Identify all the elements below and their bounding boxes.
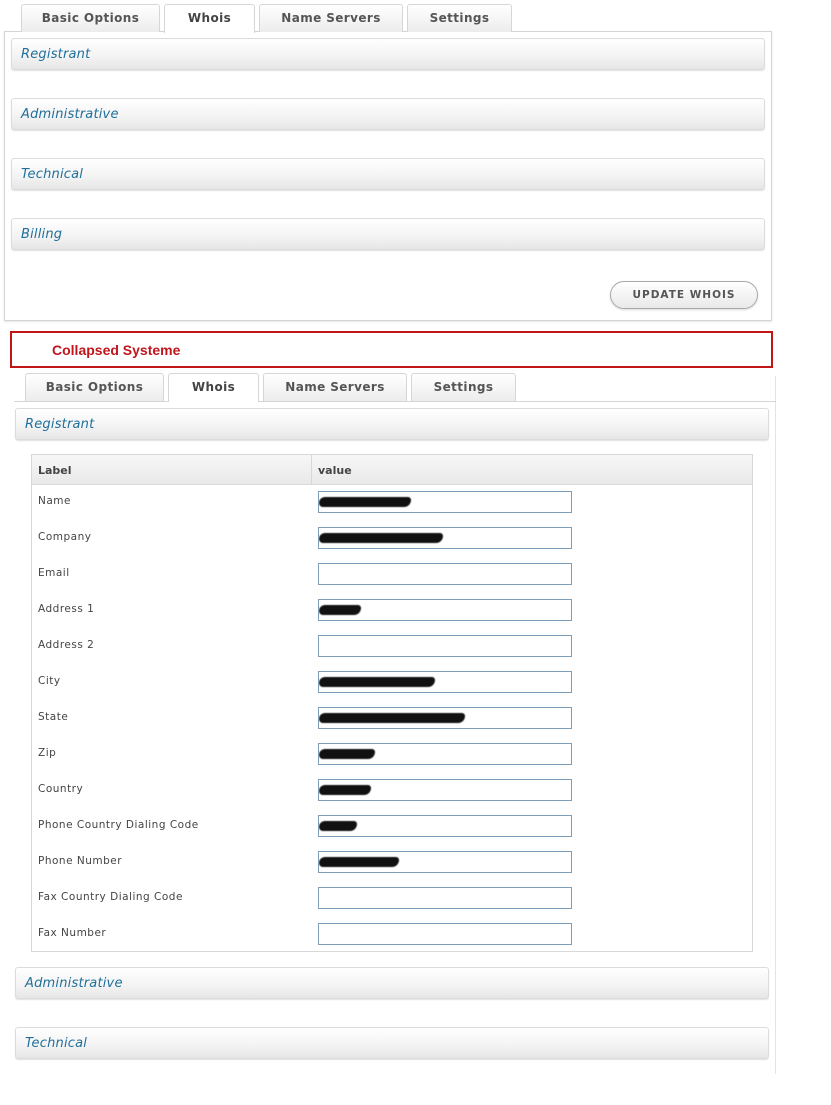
field-label: Phone Country Dialing Code [38,819,199,831]
tab-label: Settings [429,11,490,25]
tab-label: Whois [191,380,236,394]
section-registrant[interactable]: Registrant [15,408,769,440]
bottom-panel-edge [775,376,776,1074]
redaction-mark [319,605,361,615]
table-row: Company [32,521,752,557]
tab-settings[interactable]: Settings [411,373,516,401]
redaction-mark [319,713,465,723]
tab-label: Whois [187,11,232,25]
field-label: Company [38,531,92,543]
update-whois-button[interactable]: UPDATE WHOIS [610,281,758,309]
tab-label: Name Servers [285,380,385,394]
column-header-label: Label [38,464,72,477]
table-row: Fax Country Dialing Code [32,881,752,917]
table-row: Name [32,485,752,521]
section-billing[interactable]: Billing [11,218,765,250]
field-input[interactable] [318,527,572,549]
field-input[interactable] [318,779,572,801]
collapsed-label: Collapsed Systeme [52,342,181,358]
field-label: State [38,711,69,723]
field-input[interactable] [318,743,572,765]
redaction-mark [319,821,357,831]
field-input[interactable] [318,635,572,657]
tab-label: Basic Options [45,380,144,394]
field-label: Country [38,783,84,795]
field-label: Address 1 [38,603,95,615]
tab-basic-options[interactable]: Basic Options [25,373,164,401]
tab-settings[interactable]: Settings [407,4,512,32]
redaction-mark [319,785,371,795]
table-row: Fax Number [32,917,752,953]
field-label: Fax Number [38,927,107,939]
field-input[interactable] [318,707,572,729]
tab-label: Settings [433,380,494,394]
whois-registrant-table: Label value Name Company Email Address 1 Add… [31,454,753,952]
field-label: Address 2 [38,639,95,651]
table-row: Phone Number [32,845,752,881]
table-row: Country [32,773,752,809]
section-technical[interactable]: Technical [15,1027,769,1059]
table-row: State [32,701,752,737]
field-input[interactable] [318,599,572,621]
tab-whois[interactable]: Whois [168,373,259,402]
section-title: Registrant [21,47,91,62]
field-label: Email [38,567,70,579]
table-row: City [32,665,752,701]
field-label: City [38,675,61,687]
redaction-mark [319,677,435,687]
field-input[interactable] [318,815,572,837]
table-row: Address 2 [32,629,752,665]
tab-whois[interactable]: Whois [164,4,255,33]
section-title: Registrant [25,417,95,432]
bottom-tabstrip-line [14,401,776,402]
section-title: Billing [21,227,63,242]
redaction-mark [319,533,443,543]
table-row: Phone Country Dialing Code [32,809,752,845]
tab-label: Name Servers [281,11,381,25]
tab-name-servers[interactable]: Name Servers [263,373,407,401]
field-input[interactable] [318,671,572,693]
field-label: Name [38,495,71,507]
section-registrant[interactable]: Registrant [11,38,765,70]
section-title: Administrative [21,107,119,122]
section-title: Technical [25,1036,88,1051]
section-title: Administrative [25,976,123,991]
section-title: Technical [21,167,84,182]
field-input[interactable] [318,851,572,873]
section-technical[interactable]: Technical [11,158,765,190]
section-administrative[interactable]: Administrative [15,967,769,999]
table-row: Address 1 [32,593,752,629]
tab-basic-options[interactable]: Basic Options [21,4,160,32]
collapsed-annotation: Collapsed Systeme [10,331,773,368]
table-row: Zip [32,737,752,773]
table-row: Email [32,557,752,593]
field-input[interactable] [318,563,572,585]
column-divider [311,455,312,485]
field-label: Fax Country Dialing Code [38,891,183,903]
table-header: Label value [32,455,752,485]
field-label: Phone Number [38,855,123,867]
tab-name-servers[interactable]: Name Servers [259,4,403,32]
redaction-mark [319,497,411,507]
redaction-mark [319,749,375,759]
section-administrative[interactable]: Administrative [11,98,765,130]
field-label: Zip [38,747,57,759]
column-header-value: value [318,464,352,477]
tab-label: Basic Options [41,11,140,25]
redaction-mark [319,857,399,867]
field-input[interactable] [318,887,572,909]
field-input[interactable] [318,491,572,513]
field-input[interactable] [318,923,572,945]
